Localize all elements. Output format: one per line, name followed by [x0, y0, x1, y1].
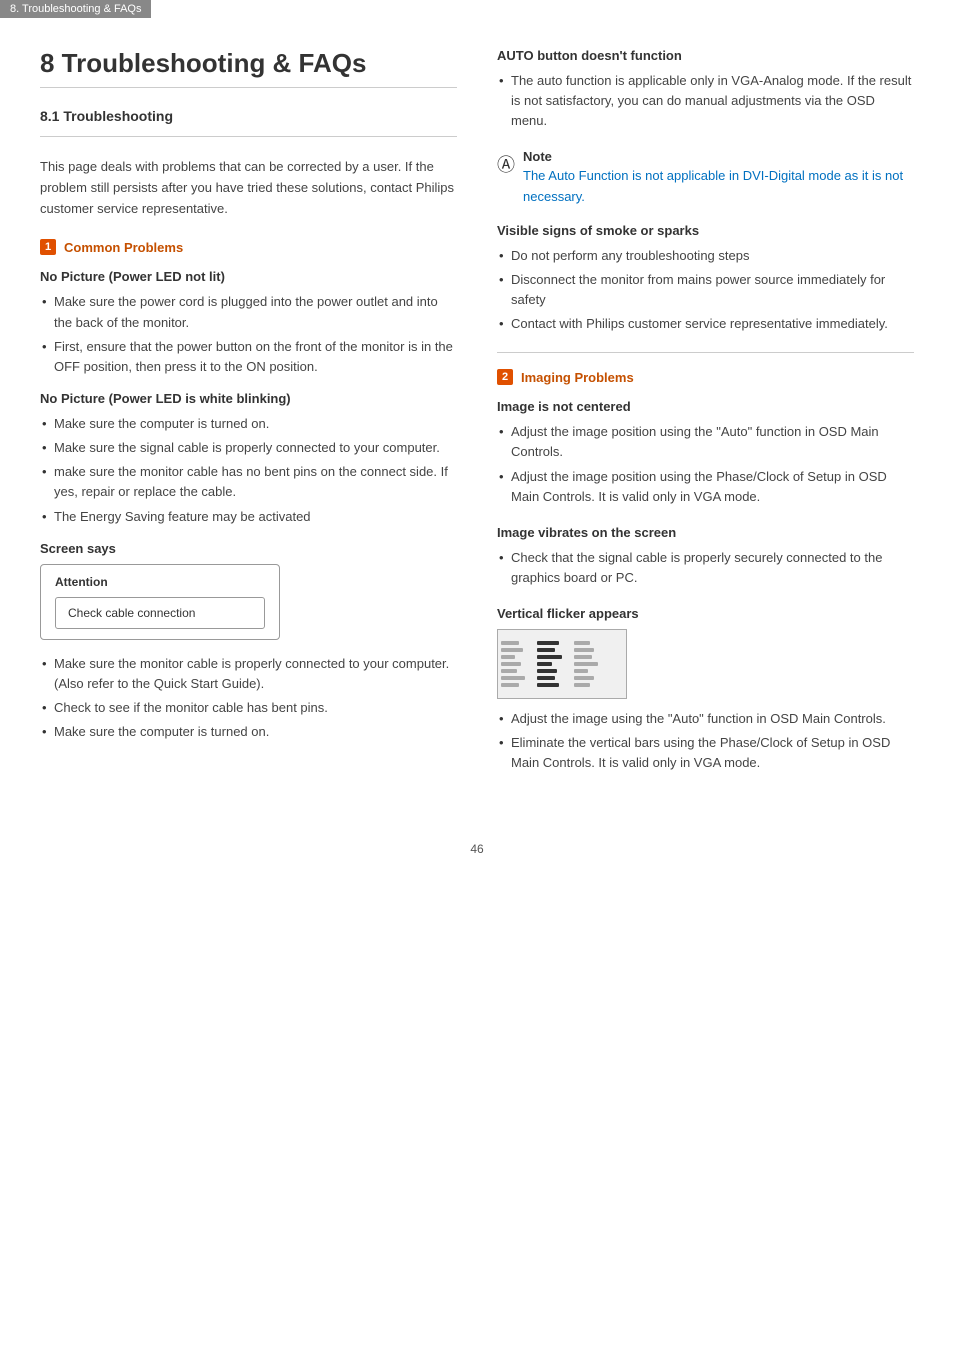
attention-title: Attention: [55, 575, 265, 589]
flicker-col-2: [534, 630, 565, 698]
list-item: Make sure the signal cable is properly c…: [40, 438, 457, 458]
common-problems-badge: 1: [40, 239, 56, 255]
right-column: AUTO button doesn't function The auto fu…: [497, 48, 914, 792]
screen-says-box: Attention Check cable connection: [40, 564, 280, 640]
imaging-problems-section-header: 2 Imaging Problems: [497, 369, 914, 385]
list-item: First, ensure that the power button on t…: [40, 337, 457, 377]
image-vibrates-title: Image vibrates on the screen: [497, 525, 914, 540]
image-not-centered-section: Image is not centered Adjust the image p…: [497, 399, 914, 507]
screen-says-list: Make sure the monitor cable is properly …: [40, 654, 457, 743]
common-problems-label: Common Problems: [64, 240, 183, 255]
list-item: Make sure the computer is turned on.: [40, 722, 457, 742]
list-item: make sure the monitor cable has no bent …: [40, 462, 457, 502]
vertical-flicker-section: Vertical flicker appears: [497, 606, 914, 773]
check-cable-text: Check cable connection: [55, 597, 265, 629]
imaging-problems-label: Imaging Problems: [521, 370, 634, 385]
vertical-flicker-image: [497, 629, 627, 699]
note-icon: Ⓐ: [497, 151, 515, 177]
note-text: The Auto Function is not applicable in D…: [523, 166, 914, 206]
right-divider-1: [497, 352, 914, 353]
visible-signs-title: Visible signs of smoke or sparks: [497, 223, 914, 238]
list-item: Contact with Philips customer service re…: [497, 314, 914, 334]
list-item: Make sure the monitor cable is properly …: [40, 654, 457, 694]
section-8-1-heading: 8.1 Troubleshooting: [40, 108, 457, 124]
left-column: 8 Troubleshooting & FAQs 8.1 Troubleshoo…: [40, 48, 457, 792]
image-not-centered-title: Image is not centered: [497, 399, 914, 414]
list-item: Check to see if the monitor cable has be…: [40, 698, 457, 718]
image-vibrates-section: Image vibrates on the screen Check that …: [497, 525, 914, 588]
flicker-col-3: [571, 630, 601, 698]
intro-text: This page deals with problems that can b…: [40, 157, 457, 219]
no-picture-led-not-lit-title: No Picture (Power LED not lit): [40, 269, 457, 284]
auto-button-section: AUTO button doesn't function The auto fu…: [497, 48, 914, 131]
list-item: Adjust the image position using the Phas…: [497, 467, 914, 507]
image-vibrates-list: Check that the signal cable is properly …: [497, 548, 914, 588]
image-not-centered-list: Adjust the image position using the "Aut…: [497, 422, 914, 507]
tab-label: 8. Troubleshooting & FAQs: [0, 0, 151, 18]
list-item: Do not perform any troubleshooting steps: [497, 246, 914, 266]
no-picture-led-blinking-list: Make sure the computer is turned on. Mak…: [40, 414, 457, 527]
auto-button-list: The auto function is applicable only in …: [497, 71, 914, 131]
list-item: Make sure the power cord is plugged into…: [40, 292, 457, 332]
no-picture-led-blinking-title: No Picture (Power LED is white blinking): [40, 391, 457, 406]
note-content: Note The Auto Function is not applicable…: [523, 149, 914, 206]
tab-bar: 8. Troubleshooting & FAQs: [0, 0, 954, 18]
note-label: Note: [523, 149, 914, 164]
page-title: 8 Troubleshooting & FAQs: [40, 48, 457, 79]
no-picture-led-not-lit-list: Make sure the power cord is plugged into…: [40, 292, 457, 377]
content-area: 8 Troubleshooting & FAQs 8.1 Troubleshoo…: [0, 18, 954, 832]
page-number: 46: [0, 832, 954, 876]
page: 8. Troubleshooting & FAQs 8 Troubleshoot…: [0, 0, 954, 1350]
flicker-col-1: [498, 630, 528, 698]
list-item: Disconnect the monitor from mains power …: [497, 270, 914, 310]
common-problems-section-header: 1 Common Problems: [40, 239, 457, 255]
vertical-flicker-title: Vertical flicker appears: [497, 606, 914, 621]
visible-signs-section: Visible signs of smoke or sparks Do not …: [497, 223, 914, 335]
list-item: The Energy Saving feature may be activat…: [40, 507, 457, 527]
list-item: Adjust the image position using the "Aut…: [497, 422, 914, 462]
list-item: Adjust the image using the "Auto" functi…: [497, 709, 914, 729]
visible-signs-list: Do not perform any troubleshooting steps…: [497, 246, 914, 335]
list-item: The auto function is applicable only in …: [497, 71, 914, 131]
list-item: Eliminate the vertical bars using the Ph…: [497, 733, 914, 773]
note-box: Ⓐ Note The Auto Function is not applicab…: [497, 149, 914, 206]
section-divider: [40, 136, 457, 137]
title-divider: [40, 87, 457, 88]
screen-says-label: Screen says: [40, 541, 457, 556]
vertical-flicker-list: Adjust the image using the "Auto" functi…: [497, 709, 914, 773]
auto-button-title: AUTO button doesn't function: [497, 48, 914, 63]
imaging-problems-badge: 2: [497, 369, 513, 385]
list-item: Make sure the computer is turned on.: [40, 414, 457, 434]
list-item: Check that the signal cable is properly …: [497, 548, 914, 588]
